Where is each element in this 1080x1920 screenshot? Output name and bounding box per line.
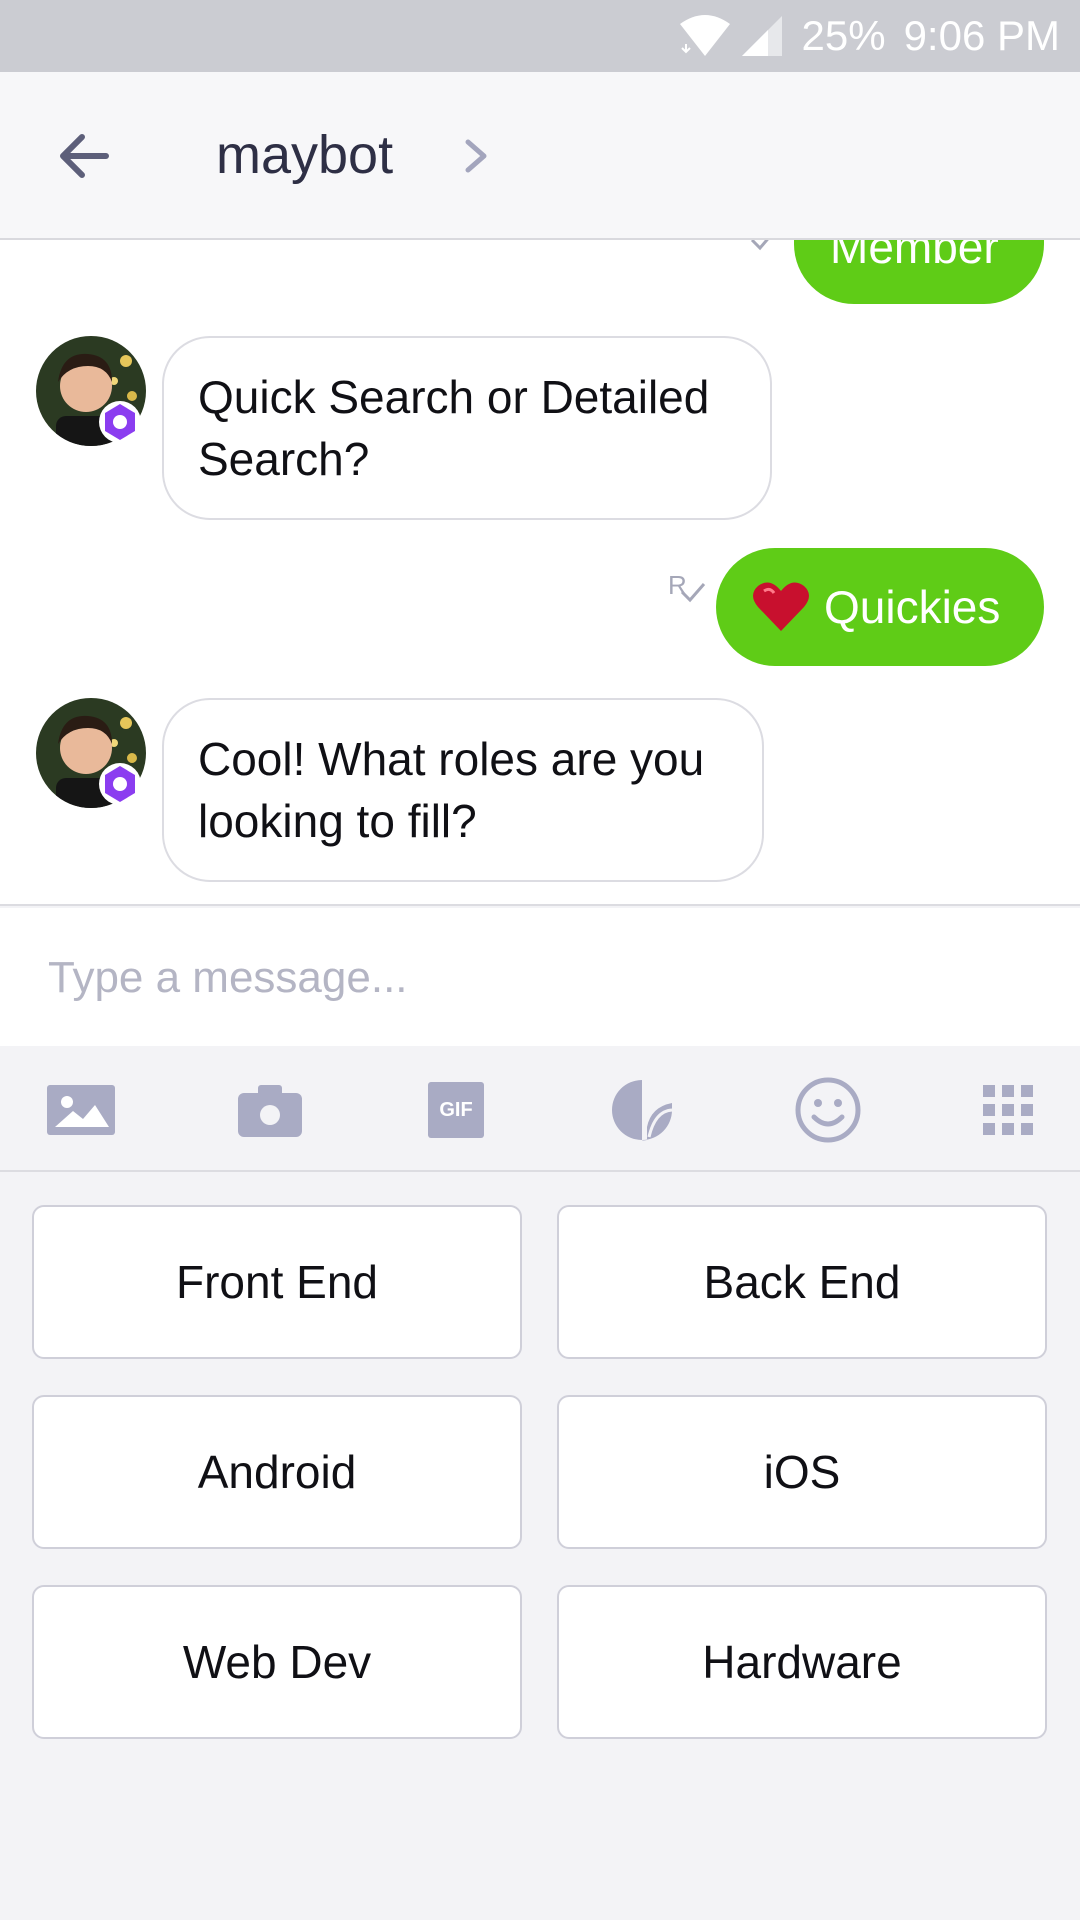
quick-reply-ios[interactable]: iOS [557,1395,1047,1549]
message-text: Cool! What roles are you looking to fill… [198,733,705,847]
message-outgoing[interactable]: Quickies [716,548,1044,666]
status-bar: 25% 9:06 PM [0,0,1080,72]
apps-button[interactable] [972,1074,1044,1146]
arrow-left-icon [60,134,109,178]
sticker-button[interactable] [606,1074,678,1146]
apps-grid-icon [983,1085,1033,1135]
message-text: Member [830,240,999,273]
bot-badge-icon [99,763,141,805]
cell-signal-icon [741,16,782,56]
message-text: Quick Search or Detailed Search? [198,371,710,485]
quick-reply-back-end[interactable]: Back End [557,1205,1047,1359]
chevron-right-icon[interactable] [458,134,494,178]
quick-reply-android[interactable]: Android [32,1395,522,1549]
gif-button[interactable]: GIF [420,1074,492,1146]
image-icon [47,1085,115,1135]
read-receipt: R [668,570,708,610]
message-list[interactable]: Member Quick Search or Detailed Search? … [0,240,1080,906]
message-input[interactable] [48,938,1028,1018]
emoji-button[interactable] [792,1074,864,1146]
read-check-icon [680,583,706,603]
battery-percent: 25% [801,12,886,59]
message-incoming[interactable]: Quick Search or Detailed Search? [162,336,772,520]
message-outgoing[interactable]: Member [794,240,1044,304]
message-text: Quickies [824,581,1001,633]
composer [0,908,1080,1046]
message-incoming[interactable]: Cool! What roles are you looking to fill… [162,698,764,882]
back-button[interactable] [48,120,120,192]
bot-badge-icon [99,401,141,443]
emoji-icon [795,1077,861,1143]
chat-title[interactable]: maybot [216,124,393,186]
chat-header: maybot [0,72,1080,240]
delivered-check-icon [750,240,769,251]
gif-label: GIF [439,1098,473,1121]
camera-button[interactable] [234,1074,306,1146]
heart-icon [753,582,809,631]
attachment-toolbar: GIF [0,1046,1080,1172]
quick-reply-hardware[interactable]: Hardware [557,1585,1047,1739]
wifi-icon [679,15,730,56]
quick-reply-web-dev[interactable]: Web Dev [32,1585,522,1739]
status-right: 25% 9:06 PM [678,0,1060,72]
camera-icon [238,1085,302,1137]
image-button[interactable] [45,1074,117,1146]
quick-reply-front-end[interactable]: Front End [32,1205,522,1359]
sticker-icon [612,1080,673,1141]
clock: 9:06 PM [903,12,1060,59]
status-icons [678,14,784,58]
